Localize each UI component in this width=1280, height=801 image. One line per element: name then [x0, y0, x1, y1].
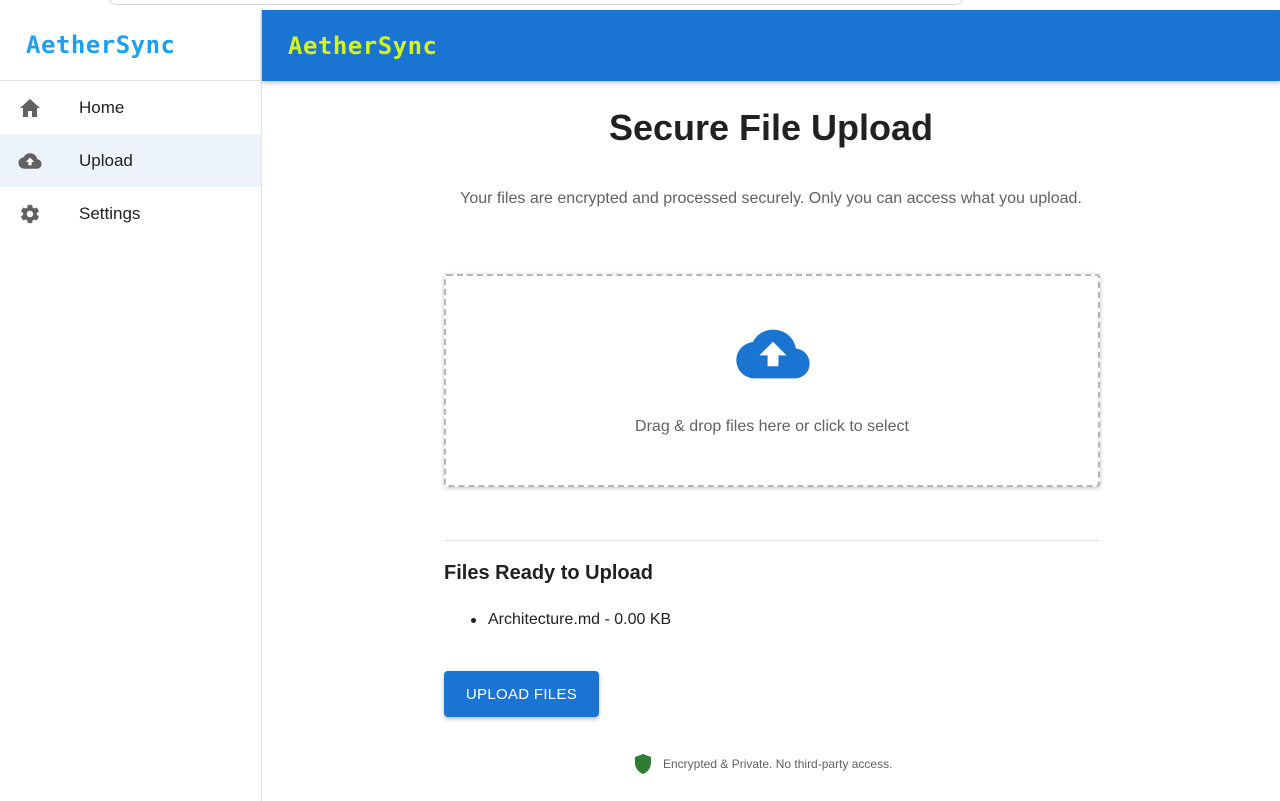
sidebar-item-label: Home	[79, 97, 125, 117]
bullet-icon	[471, 617, 476, 623]
shield-icon	[634, 753, 652, 775]
upload-files-button[interactable]: UPLOAD FILES	[444, 671, 599, 717]
cloud-upload-icon	[18, 149, 42, 173]
files-section-title: Files Ready to Upload	[444, 562, 653, 584]
home-icon	[18, 96, 42, 120]
sidebar-item-label: Upload	[79, 150, 133, 170]
top-app-bar: AetherSync	[262, 10, 1280, 81]
sidebar-item-settings[interactable]: Settings	[0, 187, 261, 240]
section-divider	[444, 540, 1100, 541]
file-dropzone[interactable]: Drag & drop files here or click to selec…	[444, 274, 1100, 487]
page-subtitle: Your files are encrypted and processed s…	[460, 190, 1082, 207]
browser-chrome-strip	[0, 0, 1280, 10]
sidebar-item-home[interactable]: Home	[0, 81, 261, 134]
main-content: Secure File Upload Your files are encryp…	[262, 81, 1280, 801]
privacy-note: Encrypted & Private. No third-party acce…	[634, 753, 892, 775]
list-item: Architecture.md - 0.00 KB	[444, 611, 671, 629]
file-list: Architecture.md - 0.00 KB	[444, 611, 671, 629]
browser-address-bar[interactable]	[108, 0, 964, 5]
gear-icon	[18, 202, 42, 226]
sidebar: AetherSync Home Upload Settings	[0, 10, 262, 801]
file-entry-text: Architecture.md - 0.00 KB	[488, 611, 672, 628]
page-title: Secure File Upload	[608, 107, 934, 148]
sidebar-logo-text: AetherSync	[26, 31, 176, 59]
sidebar-item-upload[interactable]: Upload	[0, 134, 261, 187]
topbar-logo-text: AetherSync	[288, 31, 438, 60]
cloud-upload-icon	[735, 326, 811, 382]
privacy-note-text: Encrypted & Private. No third-party acce…	[663, 757, 893, 771]
sidebar-item-label: Settings	[79, 203, 141, 223]
sidebar-brand[interactable]: AetherSync	[0, 10, 261, 81]
dropzone-instructions: Drag & drop files here or click to selec…	[635, 418, 909, 435]
